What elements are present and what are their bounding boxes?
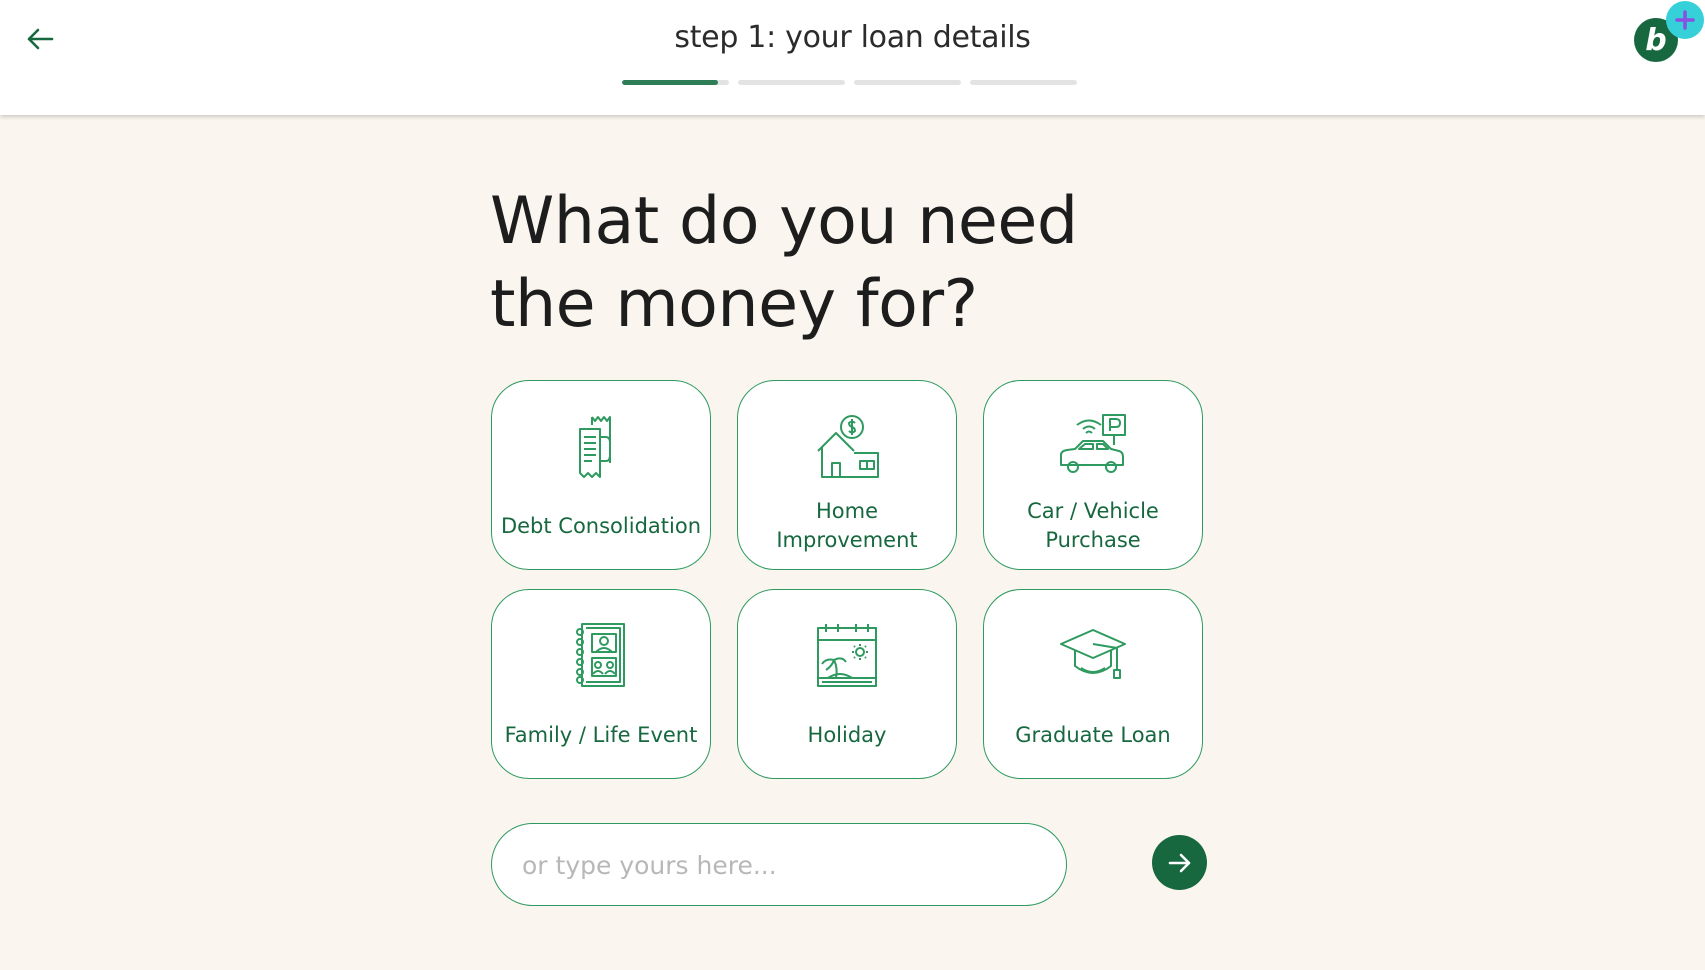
option-label: Home Improvement bbox=[776, 499, 918, 552]
option-label: Graduate Loan bbox=[1015, 722, 1171, 747]
car-parking-icon bbox=[1060, 414, 1126, 473]
option-label: Debt Consolidation bbox=[500, 513, 702, 538]
progress-step-3 bbox=[854, 80, 961, 85]
option-home-improvement[interactable]: Home Improvement bbox=[737, 380, 957, 570]
arrow-right-icon bbox=[1168, 853, 1190, 872]
purpose-options: Debt Consolidation Home Improvement Car … bbox=[491, 380, 1203, 779]
brand-logo[interactable]: b bbox=[1634, 1, 1704, 62]
calendar-beach-icon bbox=[817, 624, 877, 687]
option-holiday[interactable]: Holiday bbox=[737, 589, 957, 779]
option-family-life-event[interactable]: Family / Life Event bbox=[491, 589, 711, 779]
progress-step-2 bbox=[738, 80, 845, 85]
option-label: Car / Vehicle Purchase bbox=[1027, 499, 1159, 552]
progress-step-1 bbox=[622, 80, 729, 85]
next-button[interactable] bbox=[1152, 835, 1207, 890]
heading-line-2: the money for? bbox=[490, 267, 978, 342]
option-car-vehicle-purchase[interactable]: Car / Vehicle Purchase bbox=[983, 380, 1203, 570]
option-label: Holiday bbox=[807, 722, 887, 747]
option-label: Family / Life Event bbox=[504, 722, 698, 747]
top-bar: step 1: your loan details b bbox=[0, 0, 1705, 115]
page-heading: What do you need the money for? bbox=[490, 180, 1190, 346]
heading-line-1: What do you need bbox=[490, 184, 1078, 259]
photo-album-icon bbox=[576, 623, 625, 687]
house-dollar-icon bbox=[817, 415, 879, 478]
option-graduate-loan[interactable]: Graduate Loan bbox=[983, 589, 1203, 779]
progress-step-4 bbox=[970, 80, 1077, 85]
plus-icon bbox=[1666, 1, 1704, 39]
custom-purpose-field bbox=[491, 823, 1067, 906]
option-debt-consolidation[interactable]: Debt Consolidation bbox=[491, 380, 711, 570]
graduation-cap-icon bbox=[1060, 629, 1126, 679]
custom-purpose-input[interactable] bbox=[520, 824, 1044, 906]
receipt-icon bbox=[579, 416, 611, 478]
step-progress bbox=[622, 80, 1077, 85]
step-title: step 1: your loan details bbox=[674, 20, 1031, 55]
